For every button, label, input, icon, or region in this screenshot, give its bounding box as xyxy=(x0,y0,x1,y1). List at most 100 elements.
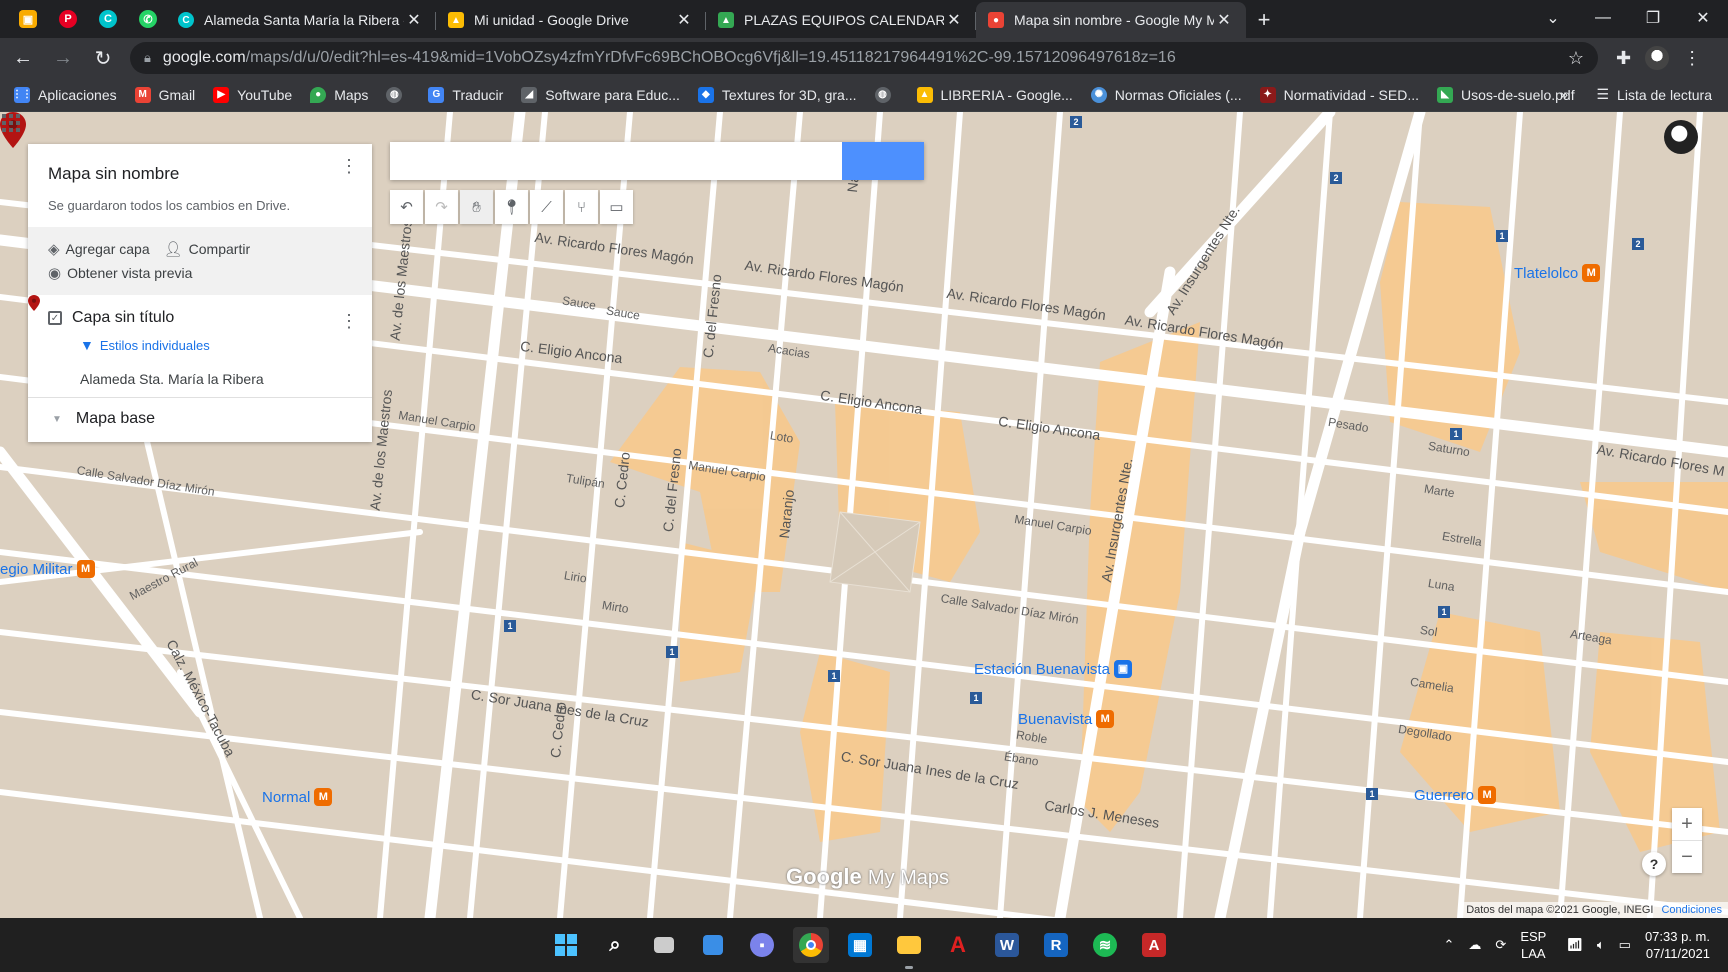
onedrive-icon[interactable]: ☁ xyxy=(1468,937,1481,953)
wifi-icon[interactable]: 📶︎ xyxy=(1566,937,1583,953)
new-tab-button[interactable]: + xyxy=(1246,2,1282,38)
bookmark-maps[interactable]: ● Maps xyxy=(310,86,368,103)
language-indicator[interactable]: ESP LAA xyxy=(1520,928,1546,962)
pinned-tab-photos[interactable]: ▣ xyxy=(10,0,46,38)
bookmark-libreria[interactable]: ▲ LIBRERIA - Google... xyxy=(916,86,1073,103)
back-button[interactable]: ← xyxy=(6,41,40,75)
pinned-tab-canva[interactable]: C xyxy=(90,0,126,38)
poi-guerrero[interactable]: Guerrero M xyxy=(1414,786,1497,804)
bookmark-gmail[interactable]: M Gmail xyxy=(134,86,195,103)
layer-options-icon[interactable]: ⋮ xyxy=(340,312,358,330)
taskbar-task-view[interactable] xyxy=(646,927,682,963)
minimize-button[interactable]: — xyxy=(1578,9,1628,27)
software-icon: ◢ xyxy=(521,86,538,103)
poi-estacion-buenavista[interactable]: Estación Buenavista ▣ xyxy=(974,660,1132,678)
place-pin-icon xyxy=(28,295,40,311)
poi-tlatelolco[interactable]: Tlatelolco M xyxy=(1514,264,1601,282)
taskbar-widgets[interactable] xyxy=(695,927,731,963)
taskbar-autocad[interactable]: A xyxy=(1136,927,1172,963)
map-canvas[interactable]: Av. Ricardo Flores Magón Av. Ricardo Flo… xyxy=(0,112,1728,918)
taskbar-chrome[interactable] xyxy=(793,927,829,963)
layer-title[interactable]: Capa sin título xyxy=(72,309,174,327)
tab-mymaps[interactable]: ● Mapa sin nombre - Google My M ✕ xyxy=(976,2,1246,38)
google-apps-icon[interactable] xyxy=(0,112,22,134)
reading-list-button[interactable]: ☰ Lista de lectura xyxy=(1596,86,1712,103)
profile-avatar[interactable] xyxy=(1645,46,1670,70)
clock[interactable]: 07:33 p. m. 07/11/2021 xyxy=(1645,928,1710,962)
bookmark-normas[interactable]: ✺ Normas Oficiales (... xyxy=(1090,86,1242,103)
taskbar-acrobat[interactable]: A xyxy=(940,927,976,963)
bookmark-traducir[interactable]: G Traducir xyxy=(428,86,503,103)
bookmark-youtube[interactable]: ▶ YouTube xyxy=(213,86,292,103)
share-button[interactable]: 👤︎ Compartir xyxy=(164,240,251,258)
tab-search-icon[interactable]: ⌄ xyxy=(1528,8,1578,28)
taskbar-chat[interactable]: ▪ xyxy=(744,927,780,963)
eye-icon: ◉ xyxy=(48,265,62,282)
taskbar-spotify[interactable]: ≋ xyxy=(1087,927,1123,963)
poi-buenavista[interactable]: Buenavista M xyxy=(1018,710,1115,728)
poi-normal[interactable]: Normal M xyxy=(262,788,333,806)
taskbar-revit[interactable]: R xyxy=(1038,927,1074,963)
feature-item[interactable]: Alameda Sta. María la Ribera xyxy=(28,295,352,387)
directions-icon[interactable]: ⑂ xyxy=(565,190,598,224)
undo-icon[interactable]: ↶ xyxy=(390,190,423,224)
layer-visibility-checkbox[interactable]: ✓ xyxy=(48,311,62,325)
volume-icon[interactable]: 🔈︎ xyxy=(1597,937,1605,953)
pinned-tab-whatsapp[interactable]: ✆ xyxy=(130,0,166,38)
address-bar[interactable]: 🔒︎ google.com /maps/d/u/0/edit?hl=es-419… xyxy=(130,42,1598,74)
canva-icon: C xyxy=(178,12,194,28)
bookmark-globe-2[interactable]: ◍ xyxy=(874,86,899,103)
zoom-in-button[interactable]: + xyxy=(1672,808,1702,840)
start-button[interactable] xyxy=(548,927,584,963)
map-title[interactable]: Mapa sin nombre xyxy=(48,164,352,184)
close-window-button[interactable]: ✕ xyxy=(1678,8,1728,28)
taskbar-word[interactable]: W xyxy=(989,927,1025,963)
taskbar-store[interactable]: ▦ xyxy=(842,927,878,963)
close-icon[interactable]: ✕ xyxy=(1214,10,1234,30)
add-layer-button[interactable]: ◈ Agregar capa xyxy=(48,240,150,258)
lock-icon[interactable]: 🔒︎ xyxy=(144,50,151,66)
zoom-out-button[interactable]: − xyxy=(1672,841,1702,873)
help-button[interactable]: ? xyxy=(1642,852,1666,876)
bookmark-textures[interactable]: ◆ Textures for 3D, gra... xyxy=(697,86,857,103)
close-icon[interactable]: ✕ xyxy=(404,10,424,30)
close-icon[interactable]: ✕ xyxy=(674,10,694,30)
preview-button[interactable]: ◉ Obtener vista previa xyxy=(48,264,192,282)
account-avatar[interactable] xyxy=(1664,120,1698,154)
bookmark-software[interactable]: ◢ Software para Educ... xyxy=(521,86,680,103)
sync-icon[interactable]: ⟳ xyxy=(1495,937,1506,953)
reload-button[interactable]: ↻ xyxy=(86,41,120,75)
map-options-icon[interactable]: ⋮ xyxy=(340,157,358,175)
search-button[interactable] xyxy=(390,142,924,180)
restore-button[interactable]: ❐ xyxy=(1628,8,1678,28)
add-marker-icon[interactable]: 📍︎ xyxy=(495,190,528,224)
draw-line-icon[interactable]: ⟋ xyxy=(530,190,563,224)
chevron-up-icon[interactable]: ⌃ xyxy=(1444,937,1455,953)
bookmark-aplicaciones[interactable]: ⋮⋮ Aplicaciones xyxy=(12,86,117,103)
battery-icon[interactable]: ▭ xyxy=(1619,937,1631,953)
taskbar-search[interactable]: ⌕ xyxy=(597,927,633,963)
layer-styles-link[interactable]: ▼ Estilos individuales xyxy=(80,337,352,353)
chrome-menu-icon[interactable]: ⋮ xyxy=(1683,48,1701,69)
extensions-icon[interactable]: ✚ xyxy=(1616,48,1631,69)
poi-colegio-militar[interactable]: egio Militar M xyxy=(0,560,95,578)
terms-link[interactable]: Condiciones xyxy=(1661,904,1722,916)
bookmark-usos-suelo[interactable]: ◣ Usos-de-suelo.pdf xyxy=(1436,86,1575,103)
tab-drive[interactable]: ▲ Mi unidad - Google Drive ✕ xyxy=(436,2,706,38)
pinned-tab-pinterest[interactable]: P xyxy=(50,0,86,38)
pan-hand-icon[interactable]: ✋︎ xyxy=(460,190,493,224)
bookmark-globe-1[interactable]: ◍ xyxy=(386,86,410,103)
route-shield-icon: 1 xyxy=(1496,230,1508,242)
bookmarks-more-chevron[interactable]: » xyxy=(1560,86,1568,102)
base-map-toggle[interactable]: ▼ Mapa base xyxy=(28,398,372,442)
bookmark-normatividad[interactable]: ✦ Normatividad - SED... xyxy=(1259,86,1419,103)
forward-button[interactable]: → xyxy=(46,41,80,75)
taskbar-file-explorer[interactable] xyxy=(891,927,927,969)
tab-alameda[interactable]: C Alameda Santa María la Ribera - ✕ xyxy=(166,2,436,38)
tab-plazas[interactable]: ▲ PLAZAS EQUIPOS CALENDARIO ✕ xyxy=(706,2,976,38)
bookmark-star-icon[interactable]: ☆ xyxy=(1568,48,1584,69)
search-input[interactable] xyxy=(390,142,842,180)
ruler-icon[interactable]: ▭ xyxy=(600,190,633,224)
close-icon[interactable]: ✕ xyxy=(944,10,964,30)
redo-icon[interactable]: ↷ xyxy=(425,190,458,224)
